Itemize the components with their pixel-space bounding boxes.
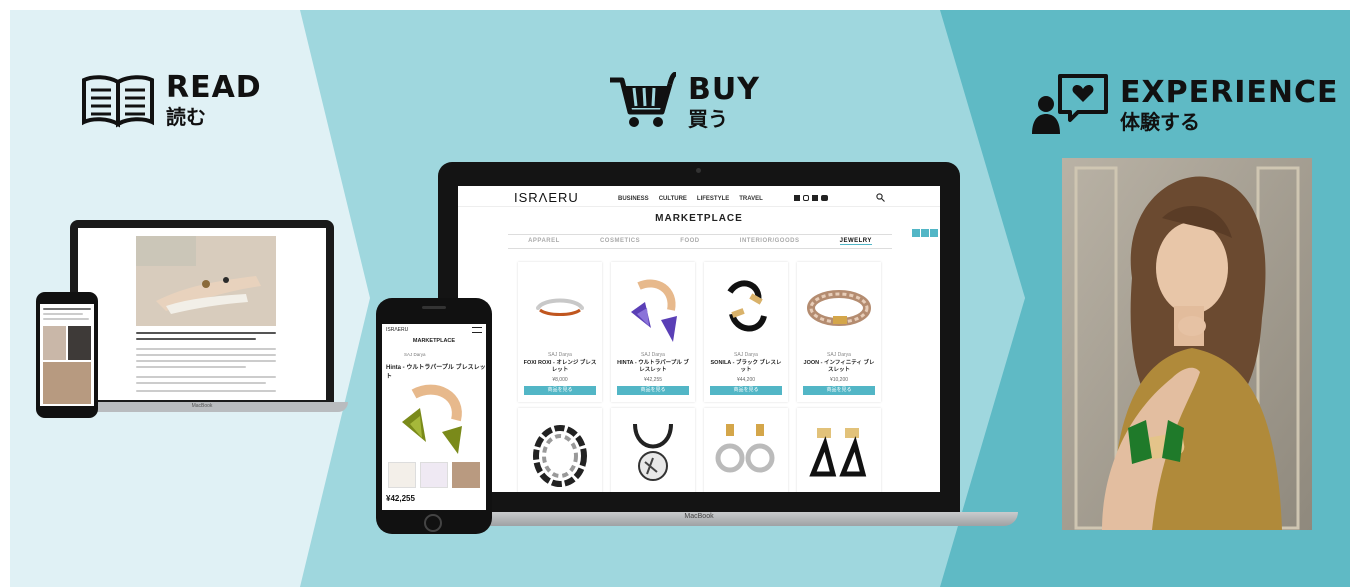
nav-travel[interactable]: TRAVEL <box>739 196 763 202</box>
share-line-icon[interactable] <box>930 229 938 237</box>
product-card[interactable] <box>797 408 881 492</box>
page-title: MARKETPLACE <box>655 213 743 224</box>
product-image <box>715 424 775 473</box>
product-card[interactable]: SAJ Darya SONILA - ブラック ブレスレット ¥44,200 商… <box>704 262 788 402</box>
open-book-icon <box>82 75 154 128</box>
product-image <box>807 290 871 326</box>
product-image <box>633 423 673 481</box>
phone-thumb-1[interactable] <box>388 462 416 488</box>
product-image <box>727 280 767 332</box>
phone-buy: ISRΛERU MARKETPLACE SAJ Darya Hinta - ウル… <box>376 298 492 534</box>
laptop-buy-label: MacBook <box>684 513 714 520</box>
site-nav: BUSINESS CULTURE LIFESTYLE TRAVEL <box>618 196 773 202</box>
twitter-icon[interactable] <box>812 195 818 201</box>
phone-brand: SAJ Darya <box>404 352 426 357</box>
share-twitter-icon[interactable] <box>912 229 920 237</box>
buy-header: BUY 買う <box>608 72 760 132</box>
product-card[interactable]: SAJ Darya FOXI ROXI - オレンジ ブレスレット ¥8,000… <box>518 262 602 402</box>
product-brand: SAJ Darya <box>641 352 665 358</box>
product-image <box>809 428 867 477</box>
facebook-icon[interactable] <box>794 195 800 201</box>
tab-cosmetics[interactable]: COSMETICS <box>600 238 640 245</box>
phone-price: ¥42,255 <box>386 494 415 503</box>
product-price: ¥44,200 <box>736 377 756 383</box>
product-image <box>536 298 584 316</box>
laptop-buy: ISRΛERU BUSINESS CULTURE LIFESTYLE TRAVE… <box>418 162 1020 534</box>
product-name[interactable]: HINTA - ウルトラパープル ブレスレット <box>615 360 691 373</box>
person-heart-speech-icon <box>1032 74 1108 134</box>
laptop-read: MacBook <box>56 220 350 416</box>
view-product-button[interactable]: 商品を見る <box>524 386 596 395</box>
nav-business[interactable]: BUSINESS <box>618 196 649 202</box>
product-image <box>631 279 677 342</box>
phone-thumb-3[interactable] <box>452 462 480 488</box>
hero-banner: READ 読む BUY 買う EXPERIENCE 体験する MacBook I… <box>10 10 1350 587</box>
model-photo <box>1062 158 1312 530</box>
camera-dot <box>696 168 701 173</box>
buy-title: BUY <box>688 72 760 107</box>
view-product-button[interactable]: 商品を見る <box>617 386 689 395</box>
category-tabs: APPAREL COSMETICS FOOD INTERIOR/GOODS JE… <box>508 234 892 249</box>
phone-read-thumb-2 <box>68 326 91 360</box>
product-brand: SAJ Darya <box>548 352 572 358</box>
phone-speaker <box>422 306 446 309</box>
phone-product-image <box>402 384 462 454</box>
product-brand: SAJ Darya <box>827 352 851 358</box>
nav-lifestyle[interactable]: LIFESTYLE <box>697 196 729 202</box>
product-card[interactable] <box>611 408 695 492</box>
social-icons <box>794 195 828 201</box>
instagram-icon[interactable] <box>803 195 809 201</box>
share-facebook-icon[interactable] <box>921 229 929 237</box>
home-button[interactable] <box>424 514 442 532</box>
phone-read <box>36 292 98 418</box>
share-buttons <box>912 229 938 237</box>
product-name[interactable]: JOON - インフィニティ ブレスレット <box>801 360 877 373</box>
laptop-read-screen <box>78 228 326 400</box>
tab-apparel[interactable]: APPAREL <box>528 238 560 245</box>
read-subtitle: 読む <box>166 105 206 129</box>
shopping-cart-icon <box>610 72 677 127</box>
phone-read-thumb-3 <box>43 362 91 404</box>
youtube-icon[interactable] <box>821 195 828 201</box>
product-name[interactable]: SONILA - ブラック ブレスレット <box>708 360 784 373</box>
laptop-buy-screen: ISRΛERU BUSINESS CULTURE LIFESTYLE TRAVE… <box>458 186 940 492</box>
view-product-button[interactable]: 商品を見る <box>710 386 782 395</box>
experience-title: EXPERIENCE <box>1120 75 1339 110</box>
search-icon[interactable] <box>876 193 885 202</box>
product-card[interactable] <box>704 408 788 492</box>
nav-culture[interactable]: CULTURE <box>659 196 687 202</box>
product-image <box>533 425 587 487</box>
read-header: READ 読む <box>80 72 262 128</box>
product-card[interactable] <box>518 408 602 492</box>
experience-subtitle: 体験する <box>1120 110 1200 134</box>
product-price: ¥8,000 <box>552 377 568 383</box>
article-hero-image <box>136 236 276 326</box>
menu-icon[interactable] <box>472 327 482 333</box>
phone-site-logo[interactable]: ISRΛERU <box>386 327 408 333</box>
product-name[interactable]: FOXI ROXI - オレンジ ブレスレット <box>522 360 598 373</box>
phone-page-title: MARKETPLACE <box>412 338 456 344</box>
read-title: READ <box>166 70 262 105</box>
tab-food[interactable]: FOOD <box>680 238 699 245</box>
view-product-button[interactable]: 商品を見る <box>803 386 875 395</box>
product-card[interactable]: SAJ Darya HINTA - ウルトラパープル ブレスレット ¥42,25… <box>611 262 695 402</box>
phone-read-thumb-1 <box>43 326 66 360</box>
tab-jewelry[interactable]: JEWELRY <box>839 238 872 245</box>
product-card[interactable]: SAJ Darya JOON - インフィニティ ブレスレット ¥10,200 … <box>797 262 881 402</box>
experience-header: EXPERIENCE 体験する <box>1030 72 1338 138</box>
site-logo[interactable]: ISRΛERU <box>514 190 579 205</box>
phone-read-screen <box>40 304 94 406</box>
tab-interior-goods[interactable]: INTERIOR/GOODS <box>740 238 800 245</box>
laptop-read-label: MacBook <box>191 403 213 409</box>
phone-thumb-2[interactable] <box>420 462 448 488</box>
phone-buy-screen: ISRΛERU MARKETPLACE SAJ Darya Hinta - ウル… <box>382 324 486 510</box>
buy-subtitle: 買う <box>688 107 728 131</box>
product-brand: SAJ Darya <box>734 352 758 358</box>
product-price: ¥42,255 <box>643 377 663 383</box>
product-price: ¥10,200 <box>829 377 849 383</box>
